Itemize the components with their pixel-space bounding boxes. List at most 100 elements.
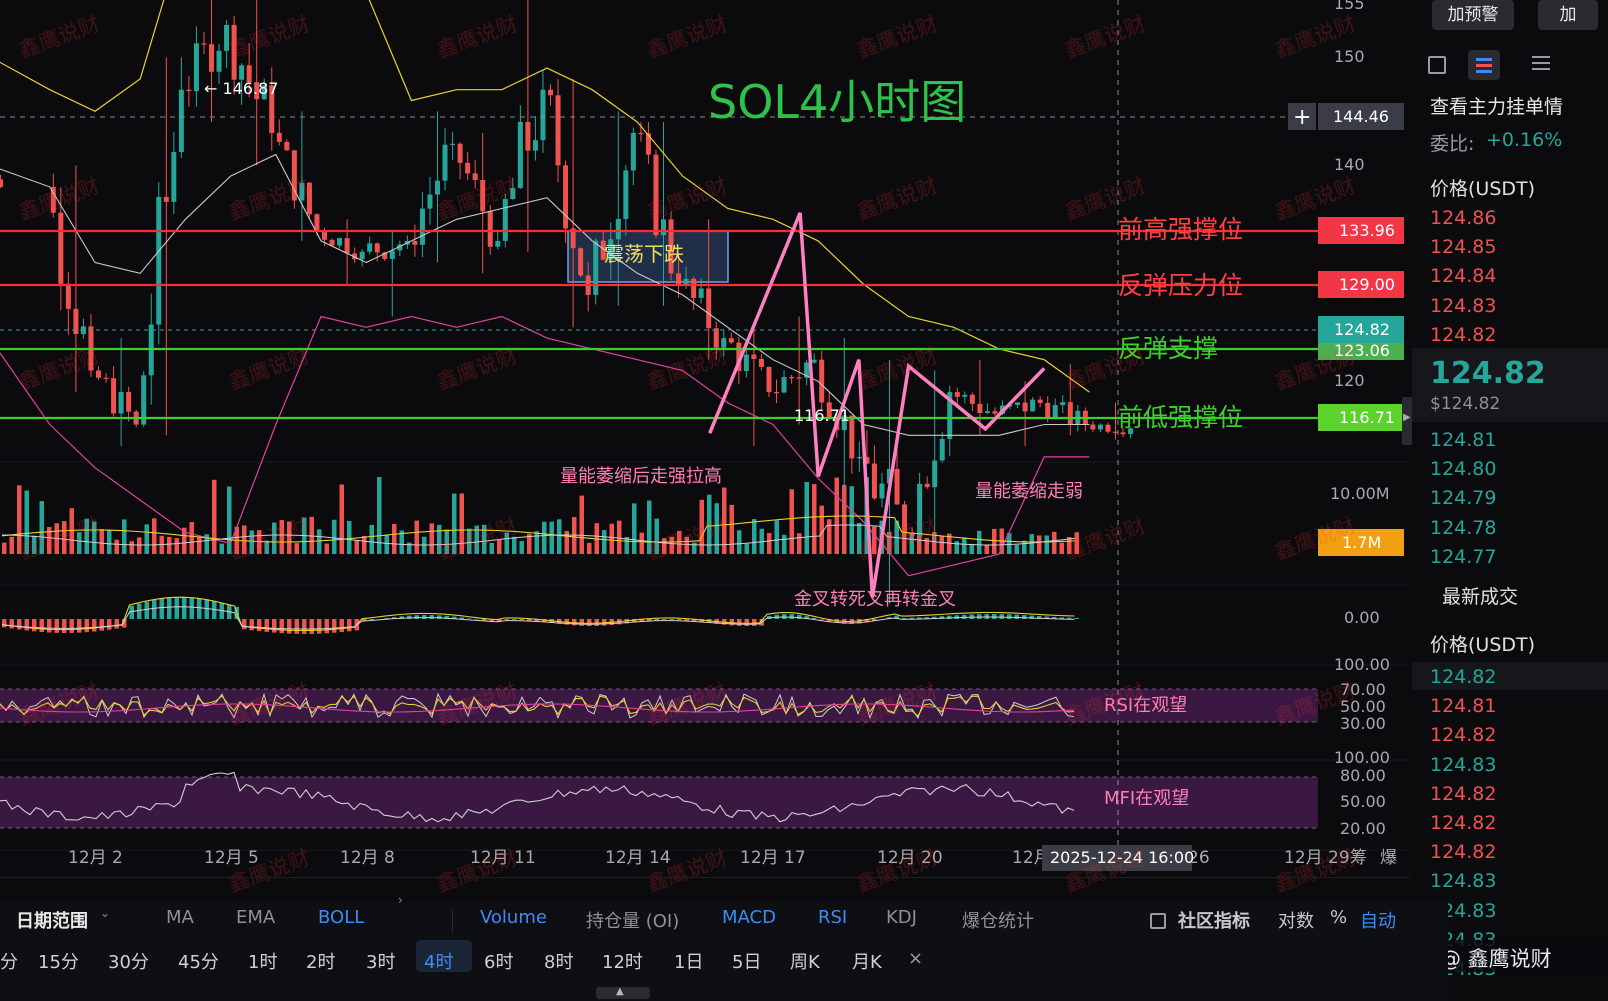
ask-price-row[interactable]: 124.83: [1430, 295, 1496, 317]
volume-bar: [324, 543, 329, 554]
add-alert-button[interactable]: 加预警: [1432, 0, 1514, 30]
candle-body: [728, 338, 734, 343]
macd-bar: [737, 619, 742, 626]
time-tick: 12月 14: [605, 848, 671, 868]
candle-body: [638, 132, 644, 135]
volume-bar: [392, 523, 397, 554]
trade-row[interactable]: 124.82: [1430, 841, 1496, 863]
candle-body: [1067, 402, 1073, 425]
macd-bar: [257, 619, 262, 632]
macd-bar: [114, 619, 119, 629]
indicator-oi[interactable]: 持仓量 (OI): [586, 907, 679, 933]
trade-row[interactable]: 124.82: [1430, 724, 1496, 746]
candle-body: [1105, 424, 1111, 432]
macd-bar: [32, 619, 37, 632]
plus-icon: +: [1293, 105, 1311, 130]
candle-body: [1097, 424, 1103, 430]
candle-body: [118, 392, 124, 414]
trade-row[interactable]: 124.82: [1430, 666, 1496, 688]
timeframe-30分[interactable]: 30分: [108, 948, 149, 974]
bid-price-row[interactable]: 124.77: [1430, 546, 1496, 568]
macd-bar: [2, 619, 7, 628]
timeframe-分[interactable]: 分: [0, 948, 18, 974]
price-tag-text: 129.00: [1339, 275, 1395, 294]
trade-row[interactable]: 124.83: [1430, 754, 1496, 776]
trade-row[interactable]: 124.82: [1430, 812, 1496, 834]
volume-bar: [144, 524, 149, 554]
view-big-orders-label[interactable]: 查看主力挂单情: [1430, 92, 1563, 119]
percent-scale-toggle[interactable]: %: [1330, 907, 1347, 928]
main-chart[interactable]: SOL4小时图 ← 146.87 116.71 震荡下跌 前高强撑位 反弹压力位…: [0, 0, 1410, 902]
timeframe-6时[interactable]: 6时: [484, 948, 513, 974]
timeframe-1日[interactable]: 1日: [674, 948, 703, 974]
log-scale-toggle[interactable]: 对数: [1278, 907, 1314, 933]
macd-bar: [137, 603, 142, 619]
bid-price-row[interactable]: 124.79: [1430, 487, 1496, 509]
depth-view-icon[interactable]: [1468, 50, 1500, 80]
toolbar-separator: [452, 910, 453, 932]
macd-bar: [167, 597, 172, 619]
timeframe-5日[interactable]: 5日: [732, 948, 761, 974]
bid-price-row[interactable]: 124.80: [1430, 458, 1496, 480]
macd-note: 金叉转死叉再转金叉: [794, 589, 956, 610]
volume-bar: [152, 518, 157, 554]
timeframe-8时[interactable]: 8时: [544, 948, 573, 974]
trades-header: 价格(USDT): [1430, 634, 1536, 656]
candle-body: [442, 144, 448, 181]
macd-bar: [324, 619, 329, 634]
candle-body: [781, 377, 787, 393]
indicator-ma[interactable]: MA: [166, 907, 194, 928]
candle-body: [856, 456, 862, 459]
timeframe-4时[interactable]: 4时: [424, 948, 453, 974]
candle-body: [111, 378, 117, 414]
ask-price-row[interactable]: 124.82: [1430, 324, 1496, 346]
macd-bar: [309, 619, 314, 634]
list-view-icon[interactable]: [1532, 54, 1550, 72]
add-button[interactable]: 加: [1538, 0, 1598, 30]
timeframe-15分[interactable]: 15分: [38, 948, 79, 974]
timeframe-2时[interactable]: 2时: [306, 948, 335, 974]
candle-body: [201, 43, 207, 45]
timeframe-12时[interactable]: 12时: [602, 948, 643, 974]
bid-price-row[interactable]: 124.78: [1430, 517, 1496, 539]
timeframe-月K[interactable]: 月K: [852, 948, 882, 974]
candle-body: [871, 463, 877, 499]
timeframe-45分[interactable]: 45分: [178, 948, 219, 974]
volume-bar: [1022, 540, 1027, 554]
indicator-macd[interactable]: MACD: [722, 907, 776, 928]
candle-body: [548, 89, 553, 96]
indicator-volume[interactable]: Volume: [480, 907, 547, 928]
timeframe-周K[interactable]: 周K: [790, 948, 820, 974]
price-tag-text: 124.82: [1334, 320, 1390, 339]
date-range-button[interactable]: 日期范围: [16, 907, 88, 933]
trade-row[interactable]: 124.83: [1430, 870, 1496, 892]
candle-body: [193, 43, 199, 92]
volume-bar: [1052, 531, 1057, 554]
ask-price-row[interactable]: 124.84: [1430, 265, 1496, 287]
auto-scale-toggle[interactable]: 自动: [1360, 907, 1396, 933]
timeframe-3时[interactable]: 3时: [366, 948, 395, 974]
edit-icon[interactable]: [1150, 913, 1166, 929]
indicator-kdj[interactable]: KDJ: [886, 907, 917, 928]
macd-bar: [1007, 614, 1012, 619]
bid-price-row[interactable]: 124.81: [1430, 429, 1496, 451]
trade-row[interactable]: 124.81: [1430, 695, 1496, 717]
ask-price-row[interactable]: 124.85: [1430, 236, 1496, 258]
candle-body: [186, 89, 192, 92]
candle-body: [789, 377, 795, 379]
trade-row[interactable]: 124.82: [1430, 783, 1496, 805]
copy-icon[interactable]: [1428, 56, 1446, 74]
candle-body: [661, 219, 666, 236]
ask-price-row[interactable]: 124.86: [1430, 207, 1496, 229]
macd-bar: [317, 619, 322, 634]
macd-bar: [332, 619, 337, 633]
indicator-boll[interactable]: BOLL: [318, 907, 364, 928]
indicator-liquidation[interactable]: 爆仓统计: [962, 907, 1034, 933]
indicator-rsi[interactable]: RSI: [818, 907, 847, 928]
community-indicators-button[interactable]: 社区指标: [1178, 907, 1250, 933]
close-icon[interactable]: ×: [908, 948, 923, 969]
indicator-ema[interactable]: EMA: [236, 907, 275, 928]
timeframe-1时[interactable]: 1时: [248, 948, 277, 974]
volume-bar: [1014, 544, 1019, 554]
macd-bar: [819, 619, 824, 620]
